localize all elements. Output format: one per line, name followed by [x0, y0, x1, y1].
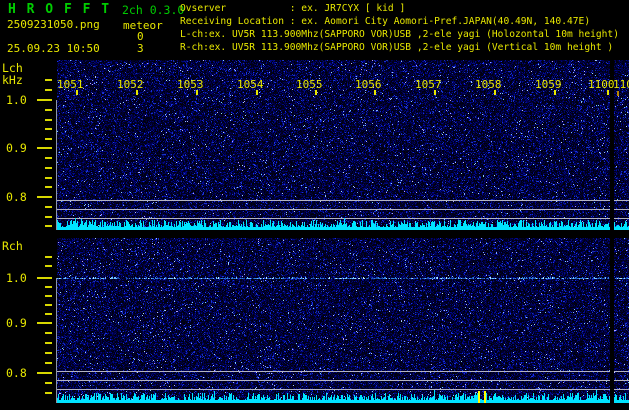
time-label-1052: 1052 — [117, 78, 144, 91]
time-label-1056: 1056 — [355, 78, 382, 91]
rch-channel-label: Rch — [2, 239, 23, 253]
minute-tick — [76, 90, 78, 95]
time-label-1100: 1100 — [588, 78, 615, 91]
meteor-count-rch: 3 — [137, 42, 144, 55]
observer-line: Ovserver : ex. JR7CYX [ kid ] — [180, 3, 406, 14]
app-version: 2ch 0.3.0 — [122, 3, 185, 17]
minute-tick — [196, 90, 198, 95]
station-info: Ovserver : ex. JR7CYX [ kid ] Receiving … — [180, 2, 629, 56]
minute-tick-partial — [617, 91, 619, 96]
rch-axis-line — [56, 278, 57, 403]
time-label-1051: 1051 — [57, 78, 84, 91]
time-label-110: 110 — [613, 78, 629, 91]
minute-tick — [494, 90, 496, 95]
time-label-1055: 1055 — [296, 78, 323, 91]
observation-datetime: 25.09.23 10:50 — [7, 42, 100, 55]
freq-tick-minor — [45, 186, 52, 188]
freq-tick-minor — [45, 362, 52, 364]
freq-tick-major — [37, 147, 52, 149]
hrofft-screen: H R O F F T 2ch 0.3.0 2509231050.png met… — [0, 0, 629, 410]
freq-tick-major — [37, 372, 52, 374]
minute-tick — [315, 90, 317, 95]
freq-tick-minor — [45, 206, 52, 208]
lch-freq-label-1.0: 1.0 — [6, 93, 27, 107]
freq-tick-major — [37, 99, 52, 101]
lch-freq-label-0.9: 0.9 — [6, 141, 27, 155]
minute-tick — [607, 90, 609, 95]
freq-tick-minor — [45, 304, 52, 306]
rch-freq-label-1.0: 1.0 — [6, 271, 27, 285]
freq-tick-minor — [45, 128, 52, 130]
freq-tick-major — [37, 277, 52, 279]
freq-tick-minor — [45, 286, 52, 288]
rch-freq-label-0.8: 0.8 — [6, 366, 27, 380]
time-label-1059: 1059 — [535, 78, 562, 91]
freq-tick-minor — [45, 265, 52, 267]
freq-tick-minor — [45, 225, 52, 227]
spectrogram-canvas-rch — [57, 238, 629, 403]
rch-receiver-line: R-ch:ex. UV5R 113.900Mhz(SAPPORO VOR)USB… — [180, 42, 614, 53]
lch-unit-label: kHz — [2, 73, 23, 87]
time-label-1054: 1054 — [237, 78, 264, 91]
minute-tick — [434, 90, 436, 95]
output-filename: 2509231050.png — [7, 18, 100, 31]
freq-tick-minor — [45, 392, 52, 394]
freq-tick-major — [37, 322, 52, 324]
freq-tick-minor — [45, 157, 52, 159]
freq-tick-minor — [45, 177, 52, 179]
lch-freq-label-0.8: 0.8 — [6, 190, 27, 204]
app-title: H R O F F T — [8, 2, 111, 17]
freq-tick-minor — [45, 256, 52, 258]
rch-freq-label-0.9: 0.9 — [6, 316, 27, 330]
freq-tick-minor — [45, 138, 52, 140]
minute-tick — [554, 90, 556, 95]
freq-tick-minor — [45, 79, 52, 81]
time-label-1053: 1053 — [177, 78, 204, 91]
freq-tick-minor — [45, 342, 52, 344]
freq-tick-minor — [45, 119, 52, 121]
freq-tick-minor — [45, 352, 52, 354]
freq-tick-major — [37, 196, 52, 198]
minute-tick — [136, 90, 138, 95]
lch-axis-line — [56, 100, 57, 230]
time-label-1058: 1058 — [475, 78, 502, 91]
freq-tick-minor — [45, 313, 52, 315]
freq-tick-minor — [45, 216, 52, 218]
time-label-1057: 1057 — [415, 78, 442, 91]
minute-tick — [256, 90, 258, 95]
freq-tick-minor — [45, 109, 52, 111]
lch-receiver-line: L-ch:ex. UV5R 113.900Mhz(SAPPORO VOR)USB… — [180, 29, 619, 40]
freq-tick-minor — [45, 89, 52, 91]
freq-tick-minor — [45, 295, 52, 297]
freq-tick-minor — [45, 332, 52, 334]
freq-tick-minor — [45, 382, 52, 384]
minute-tick — [374, 90, 376, 95]
freq-tick-minor — [45, 167, 52, 169]
location-line: Receiving Location : ex. Aomori City Aom… — [180, 16, 591, 27]
